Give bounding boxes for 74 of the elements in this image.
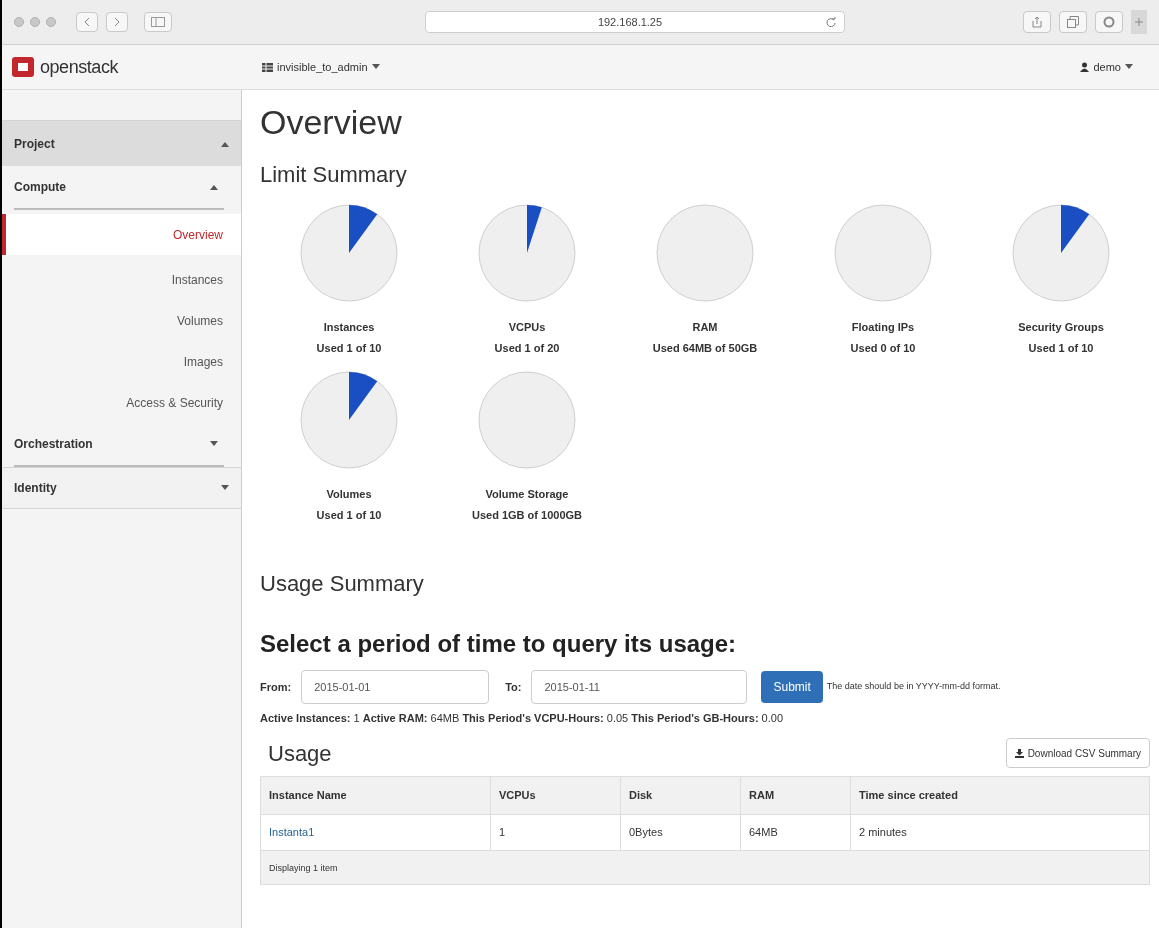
back-button[interactable] bbox=[76, 12, 98, 32]
query-heading: Select a period of time to query its usage: bbox=[260, 629, 738, 659]
table-cell: 2 minutes bbox=[859, 825, 907, 838]
download-button[interactable]: Download CSV Summary bbox=[1005, 738, 1150, 768]
sidebar-section[interactable]: Project bbox=[2, 121, 241, 166]
pie-usage: Used 0 of 10 bbox=[850, 340, 916, 356]
caret-down-icon bbox=[210, 441, 218, 447]
sidebar-icon bbox=[151, 17, 165, 27]
section-title: Usage bbox=[268, 739, 332, 768]
plus-icon bbox=[1135, 18, 1143, 26]
column-header: Instance Name bbox=[260, 776, 491, 814]
download-icon bbox=[1014, 748, 1024, 758]
address-bar[interactable]: 192.168.1.25 bbox=[425, 11, 845, 33]
tabs-icon bbox=[1067, 16, 1079, 28]
logo-icon bbox=[12, 57, 34, 77]
sidebar-item[interactable]: Access & Security bbox=[2, 382, 241, 423]
logo-text: openstack bbox=[40, 55, 118, 79]
pie-usage: Used 1GB of 1000GB bbox=[471, 507, 582, 523]
pie-label: RAM bbox=[692, 320, 718, 335]
sidebar-section[interactable]: Compute bbox=[14, 166, 224, 210]
sidebar-item[interactable]: Instances bbox=[2, 259, 241, 300]
sidebar-item[interactable]: Images bbox=[2, 341, 241, 382]
sidebar-item[interactable]: Overview bbox=[2, 214, 241, 255]
submit-button[interactable]: Submit bbox=[761, 671, 823, 703]
usage-stats: Active Instances: 1 Active RAM: 64MB This Period's VCPU-Hours: 0.05 This Period's GB-Hours: 0.00 bbox=[260, 711, 785, 726]
column-header: Disk bbox=[620, 776, 741, 814]
pie-usage: Used 1 of 10 bbox=[316, 340, 382, 356]
page-title: Overview bbox=[260, 102, 403, 143]
grid-icon bbox=[262, 62, 273, 72]
pie-label: Security Groups bbox=[1018, 320, 1104, 335]
new-tab-button[interactable] bbox=[1131, 10, 1147, 34]
caret-up-icon bbox=[210, 184, 218, 190]
pie-usage: Used 1 of 10 bbox=[1028, 340, 1094, 356]
pie-label: VCPUs bbox=[508, 320, 546, 335]
share-icon bbox=[1032, 16, 1042, 28]
tabs-button[interactable] bbox=[1059, 11, 1087, 33]
section-title: Usage Summary bbox=[260, 570, 425, 598]
caret-down-icon bbox=[1125, 64, 1133, 70]
chevron-left-icon bbox=[84, 17, 90, 27]
instance-link[interactable]: Instanta1 bbox=[269, 825, 315, 838]
pie-label: Floating IPs bbox=[851, 320, 915, 335]
user-icon bbox=[1080, 62, 1090, 72]
pie-label: Instances bbox=[323, 320, 375, 335]
date-field[interactable]: 2015-01-01 bbox=[301, 670, 490, 704]
settings-icon bbox=[1103, 16, 1115, 28]
project-selector[interactable]: invisible_to_admin bbox=[262, 58, 380, 76]
column-header: Time since created bbox=[850, 776, 1150, 814]
column-header: VCPUs bbox=[490, 776, 621, 814]
column-header: RAM bbox=[740, 776, 851, 814]
pie-usage: Used 1 of 10 bbox=[316, 507, 382, 523]
user-menu[interactable]: demo bbox=[1080, 58, 1133, 76]
pie-label: Volume Storage bbox=[485, 487, 569, 502]
pie-usage: Used 64MB of 50GB bbox=[652, 340, 758, 356]
section-title: Limit Summary bbox=[260, 161, 408, 189]
caret-up-icon bbox=[221, 140, 229, 147]
pie-label: Volumes bbox=[326, 487, 372, 502]
caret-down-icon bbox=[371, 64, 380, 70]
settings-button[interactable] bbox=[1095, 11, 1123, 33]
table-cell: 64MB bbox=[749, 825, 778, 838]
chevron-right-icon bbox=[114, 17, 120, 27]
field-label: From: bbox=[260, 679, 292, 695]
hint-text: The date should be in YYYY-mm-dd format. bbox=[826, 680, 1001, 694]
sidebar-toggle-button[interactable] bbox=[144, 12, 172, 32]
sidebar-item[interactable]: Volumes bbox=[2, 300, 241, 341]
share-button[interactable] bbox=[1023, 11, 1051, 33]
caret-down-icon bbox=[221, 485, 229, 491]
table-footer-text: Displaying 1 item bbox=[269, 862, 338, 873]
pie-usage: Used 1 of 20 bbox=[494, 340, 560, 356]
forward-button[interactable] bbox=[106, 12, 128, 32]
reload-icon bbox=[826, 17, 836, 27]
table-cell: 1 bbox=[499, 825, 506, 838]
table-cell: 0Bytes bbox=[629, 825, 663, 838]
field-label: To: bbox=[505, 679, 522, 695]
date-field[interactable]: 2015-01-11 bbox=[531, 670, 748, 704]
